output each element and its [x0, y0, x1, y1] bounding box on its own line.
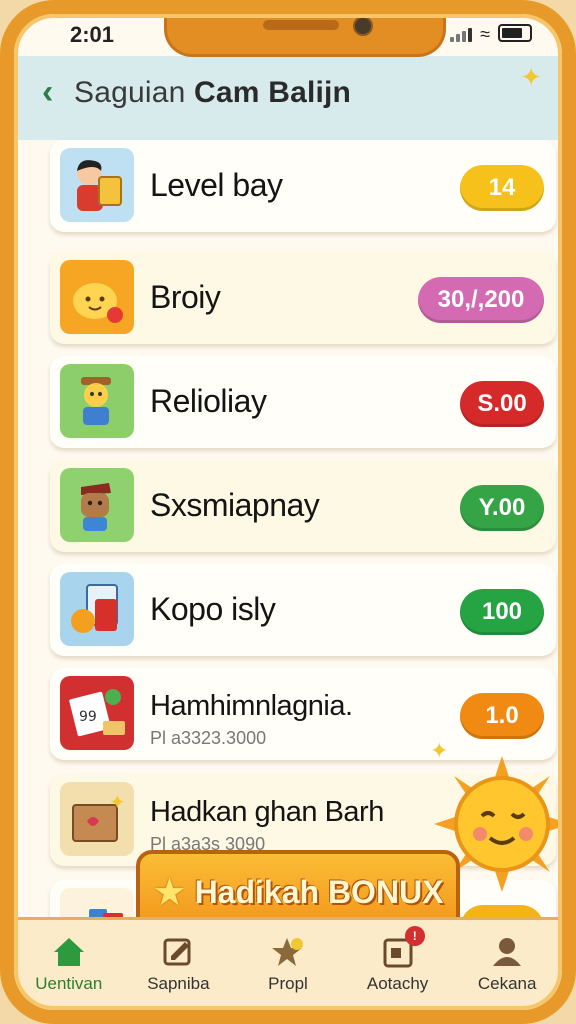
- value-pill[interactable]: 14: [460, 165, 544, 211]
- row-subtitle: Pl a3323.3000: [150, 728, 267, 748]
- notification-badge: !: [404, 926, 425, 946]
- row-name: Broiy: [150, 279, 221, 315]
- svg-text:✦: ✦: [109, 792, 126, 814]
- bonus-label: Hadikah BONUX: [194, 873, 444, 910]
- signal-icon: [450, 26, 473, 42]
- row-name: Hadkan ghan Barh: [150, 796, 384, 828]
- title-light: Saguian: [74, 76, 186, 109]
- profile-icon: [493, 938, 522, 966]
- kid-holding-card-icon: [60, 148, 134, 222]
- tab-cekana[interactable]: Cekana: [452, 920, 562, 1010]
- home-icon: [53, 938, 84, 966]
- row-name: Relioliay: [150, 383, 267, 419]
- status-time: 2:01: [70, 22, 115, 47]
- list-item[interactable]: Kopo isly 100: [50, 564, 556, 656]
- back-arrow-icon[interactable]: ‹: [42, 72, 53, 112]
- camera-icon: [353, 16, 373, 36]
- status-icons: ≈: [450, 24, 532, 44]
- value-pill[interactable]: Y.00: [460, 485, 544, 531]
- list-item[interactable]: 99 Hamhimnlagnia. Pl a3323.3000 1.0: [50, 668, 556, 760]
- farmer-character-icon: [60, 364, 134, 438]
- tab-sapniba[interactable]: Sapniba: [124, 920, 234, 1010]
- bottom-tab-bar: Uentivan Sapniba Propl ! Aotachy Cekana: [14, 917, 562, 1010]
- row-name: Kopo isly: [150, 591, 276, 627]
- bear-character-icon: [60, 468, 134, 542]
- treasure-box-icon: ✦: [60, 782, 134, 856]
- edit-note-icon: [163, 938, 191, 966]
- tab-label: Aotachy: [366, 974, 429, 993]
- tab-propl[interactable]: Propl: [233, 920, 343, 1010]
- camera-notch: [164, 14, 446, 57]
- value-pill[interactable]: 30,/,200: [418, 277, 544, 323]
- value-pill[interactable]: S.00: [460, 381, 544, 427]
- tab-label: Cekana: [477, 974, 537, 993]
- tab-aotachy[interactable]: ! Aotachy: [343, 920, 453, 1010]
- title-bold: Cam Balijn: [194, 76, 352, 109]
- smiling-bun-icon: [60, 260, 134, 334]
- battery-icon: [498, 24, 532, 42]
- page-title: Saguian Cam Balijn: [74, 76, 351, 110]
- list-item[interactable]: Relioliay S.00: [50, 356, 556, 448]
- speaker-grille: [263, 20, 339, 30]
- book-and-gift-icon: [60, 572, 134, 646]
- star-badge-icon: [271, 938, 303, 966]
- wifi-icon: ≈: [480, 24, 490, 44]
- value-pill[interactable]: 100: [460, 589, 544, 635]
- star-corner-icon[interactable]: ✦: [520, 62, 542, 93]
- tab-home[interactable]: Uentivan: [14, 920, 124, 1010]
- row-name: Sxsmiapnay: [150, 487, 320, 523]
- list-item[interactable]: Broiy 30,/,200: [50, 252, 556, 344]
- svg-text:99: 99: [79, 709, 97, 725]
- list-item[interactable]: Level bay 14: [50, 140, 556, 232]
- row-name: Level bay: [150, 167, 283, 203]
- tab-label: Uentivan: [35, 974, 103, 993]
- ticket-clover-icon: 99: [60, 676, 134, 750]
- row-name: Hamhimnlagnia.: [150, 690, 353, 722]
- bonus-star-icon: ★: [152, 871, 187, 914]
- phone-frame: ‹ Saguian Cam Balijn ✦ 2:01 ≈ Level bay …: [0, 0, 576, 1024]
- value-pill[interactable]: 1.0: [460, 693, 544, 739]
- tab-label: Propl: [268, 974, 308, 993]
- list-item[interactable]: Sxsmiapnay Y.00: [50, 460, 556, 552]
- tab-label: Sapniba: [147, 974, 210, 993]
